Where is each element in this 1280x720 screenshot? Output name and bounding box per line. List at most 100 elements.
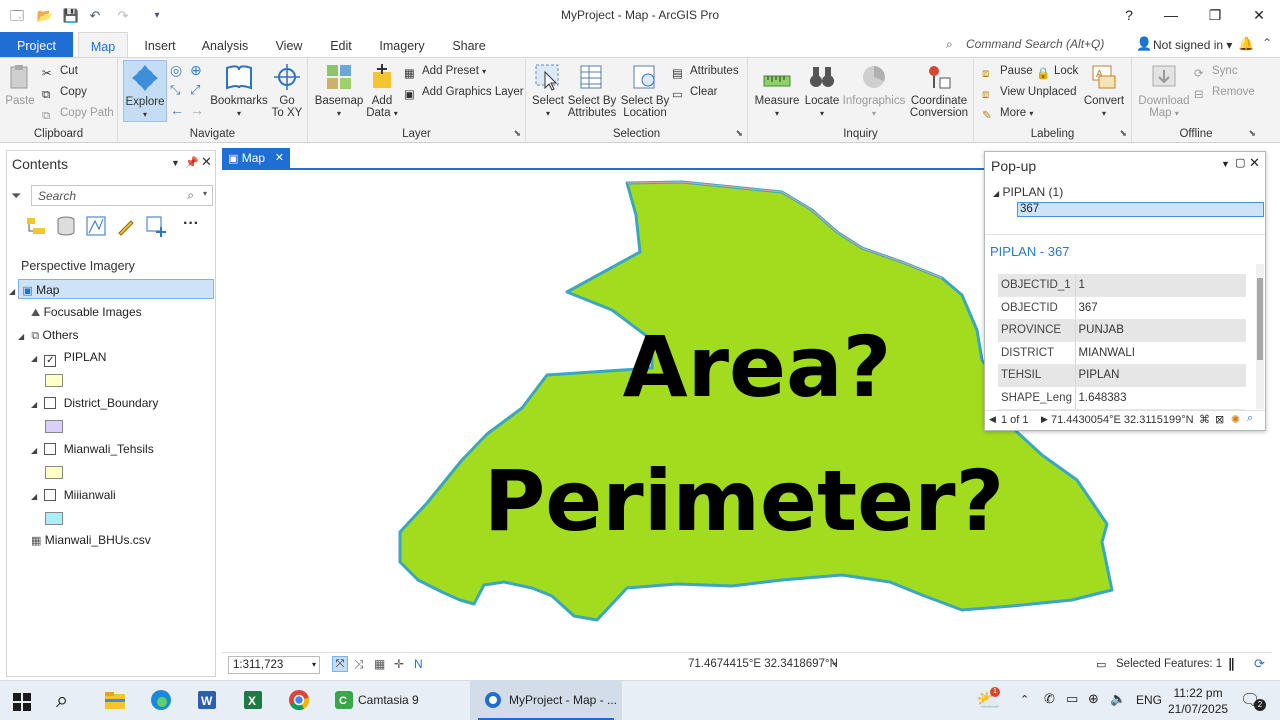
tab-share[interactable]: Share — [446, 32, 492, 57]
popup-maximize-icon[interactable]: ▢ — [1235, 156, 1245, 169]
table-mianwali-bhus[interactable]: ▦ Mianwali_BHUs.csv — [31, 530, 151, 550]
fixed-extent-icon[interactable]: ⤧ — [332, 656, 348, 672]
mianwali-tehsils-symbol-swatch[interactable] — [45, 466, 63, 479]
popup-feature-item[interactable]: 367 — [1017, 202, 1264, 217]
network-icon[interactable]: ⊕ — [1088, 691, 1099, 707]
close-map-tab-icon[interactable]: ✕ — [275, 148, 284, 168]
remove-button[interactable]: ⊟ Remove — [1194, 83, 1255, 101]
previous-extent-icon[interactable]: ← — [170, 102, 184, 118]
more-labeling-button[interactable]: ✎ More ▾ — [982, 104, 1033, 122]
tab-view[interactable]: View — [268, 32, 310, 57]
copy-button[interactable]: ⧉ Copy — [42, 83, 87, 101]
tab-edit[interactable]: Edit — [322, 32, 360, 57]
pause-labeling-button[interactable]: ⧈ Pause — [982, 62, 1033, 80]
list-by-drawing-order-icon[interactable] — [25, 215, 47, 237]
search-dropdown-icon[interactable]: ▾ — [203, 189, 207, 198]
collapse-icon[interactable]: ◢ — [31, 349, 41, 369]
command-search-input[interactable]: Command Search (Alt+Q) — [966, 37, 1146, 55]
tab-project[interactable]: Project — [0, 32, 73, 57]
clear-selection-button[interactable]: ▭ Clear — [672, 83, 717, 101]
select-button[interactable]: Select ▾ — [532, 62, 564, 120]
pane-options-icon[interactable]: ▼ — [171, 158, 180, 168]
refresh-icon[interactable]: ⟳ — [1254, 656, 1265, 672]
convert-labels-button[interactable]: A Convert ▾ — [1082, 62, 1126, 120]
list-by-snapping-icon[interactable] — [145, 215, 167, 237]
tree-item-map[interactable]: ◢ ▣ Map — [9, 279, 214, 299]
add-data-button[interactable]: Add Data ▾ — [364, 62, 400, 120]
taskbar-camtasia-label[interactable]: Camtasia 9 — [358, 693, 419, 707]
system-clock[interactable]: 11:22 pm 21/07/2025 — [1168, 685, 1228, 717]
infographics-button[interactable]: Infographics ▾ — [842, 62, 906, 120]
popup-search-icon[interactable]: ⌕ — [1247, 412, 1253, 425]
search-icon[interactable]: ⌕ — [56, 687, 68, 719]
lock-labels-button[interactable]: 🔒 Lock — [1036, 62, 1078, 80]
tab-imagery[interactable]: Imagery — [372, 32, 432, 57]
layer-mianwali-tehsils[interactable]: ◢ Mianwali_Tehsils — [31, 439, 154, 459]
tree-item-others[interactable]: ◢ ⧉ Others — [18, 325, 79, 345]
previous-feature-icon[interactable]: ◀ — [989, 414, 996, 425]
labeling-launcher-icon[interactable]: ⬊ — [1119, 128, 1127, 139]
piplan-symbol-swatch[interactable] — [45, 374, 63, 387]
more-options-icon[interactable]: ··· — [183, 215, 199, 233]
chrome-icon[interactable] — [288, 689, 310, 711]
tab-map[interactable]: Map — [78, 32, 128, 57]
collapse-icon[interactable]: ◢ — [18, 327, 28, 347]
layer-visibility-checkbox[interactable] — [44, 489, 57, 501]
excel-icon[interactable]: X — [242, 689, 264, 711]
sync-button[interactable]: ⟳ Sync — [1194, 62, 1238, 80]
layer-visibility-checkbox[interactable] — [44, 397, 57, 409]
district-boundary-symbol-swatch[interactable] — [45, 420, 63, 433]
pin-icon[interactable]: 📌 — [185, 156, 199, 169]
fixed-zoom-in-icon[interactable]: ⤡ — [170, 82, 180, 98]
close-button[interactable]: ✕ — [1244, 4, 1274, 26]
map-view-tab[interactable]: ▣ Map ✕ — [222, 148, 290, 168]
battery-icon[interactable]: ▭ — [1066, 691, 1078, 707]
camtasia-icon[interactable]: C — [334, 690, 354, 710]
collapse-ribbon-icon[interactable]: ⌃ — [1262, 36, 1272, 50]
add-preset-button[interactable]: ▦ Add Preset ▾ — [404, 62, 486, 80]
popup-scrollbar-thumb[interactable] — [1257, 278, 1263, 360]
popup-settings-icon[interactable]: ✺ — [1231, 413, 1240, 426]
select-by-location-button[interactable]: Select By Location — [620, 62, 670, 119]
snapping-icon[interactable]: ✛ — [394, 657, 404, 671]
bookmarks-button[interactable]: Bookmarks ▾ — [210, 62, 268, 120]
explore-button[interactable]: Explore ▾ — [123, 60, 167, 122]
windows-start-icon[interactable] — [12, 692, 32, 712]
popup-flash-icon[interactable]: ⌘ — [1199, 413, 1210, 426]
contents-search-input[interactable]: Search ⌕ ▾ — [31, 185, 213, 206]
popup-options-icon[interactable]: ▼ — [1221, 159, 1230, 169]
minimize-button[interactable]: — — [1156, 4, 1186, 26]
zoom-to-layer-icon[interactable]: ⊕ — [190, 62, 202, 79]
full-extent-icon[interactable]: ◎ — [170, 62, 182, 79]
edge-icon[interactable] — [150, 689, 172, 711]
cut-button[interactable]: ✂ Cut — [42, 62, 78, 80]
attributes-button[interactable]: ▤ Attributes — [672, 62, 739, 80]
taskbar-arcgis-label[interactable]: MyProject - Map - ... — [509, 693, 617, 707]
collapse-icon[interactable]: ◢ — [993, 189, 999, 198]
view-unplaced-button[interactable]: ⧈ View Unplaced — [982, 83, 1077, 101]
select-by-attributes-button[interactable]: Select By Attributes — [566, 62, 618, 119]
locate-button[interactable]: Locate ▾ — [802, 62, 842, 120]
basemap-button[interactable]: Basemap ▾ — [314, 62, 364, 120]
show-hidden-icons[interactable]: ⌃ — [1020, 693, 1029, 706]
arcgis-pro-icon[interactable] — [484, 691, 502, 709]
help-button[interactable]: ? — [1114, 4, 1144, 26]
list-by-selection-icon[interactable] — [85, 215, 107, 237]
list-by-editing-icon[interactable] — [115, 215, 137, 237]
add-graphics-layer-button[interactable]: ▣ Add Graphics Layer — [404, 83, 524, 101]
next-extent-icon[interactable]: → — [190, 102, 204, 118]
miiianwali-symbol-swatch[interactable] — [45, 512, 63, 525]
fixed-zoom-icon[interactable]: ⤨ — [354, 657, 364, 672]
collapse-icon[interactable]: ◢ — [31, 441, 41, 461]
paste-button[interactable]: Paste — [4, 62, 36, 107]
fixed-zoom-out-icon[interactable]: ⤢ — [190, 82, 200, 98]
offline-launcher-icon[interactable]: ⬊ — [1248, 128, 1256, 139]
popup-close-icon[interactable]: ✕ — [1249, 155, 1260, 171]
north-arrow-icon[interactable]: N — [414, 657, 423, 671]
collapse-icon[interactable]: ◢ — [31, 487, 41, 507]
input-language[interactable]: ENG — [1136, 693, 1162, 707]
go-to-xy-button[interactable]: Go To XY — [270, 62, 304, 119]
layer-launcher-icon[interactable]: ⬊ — [513, 128, 521, 139]
download-map-button[interactable]: Download Map ▾ — [1134, 62, 1194, 120]
list-by-data-source-icon[interactable] — [55, 215, 77, 237]
